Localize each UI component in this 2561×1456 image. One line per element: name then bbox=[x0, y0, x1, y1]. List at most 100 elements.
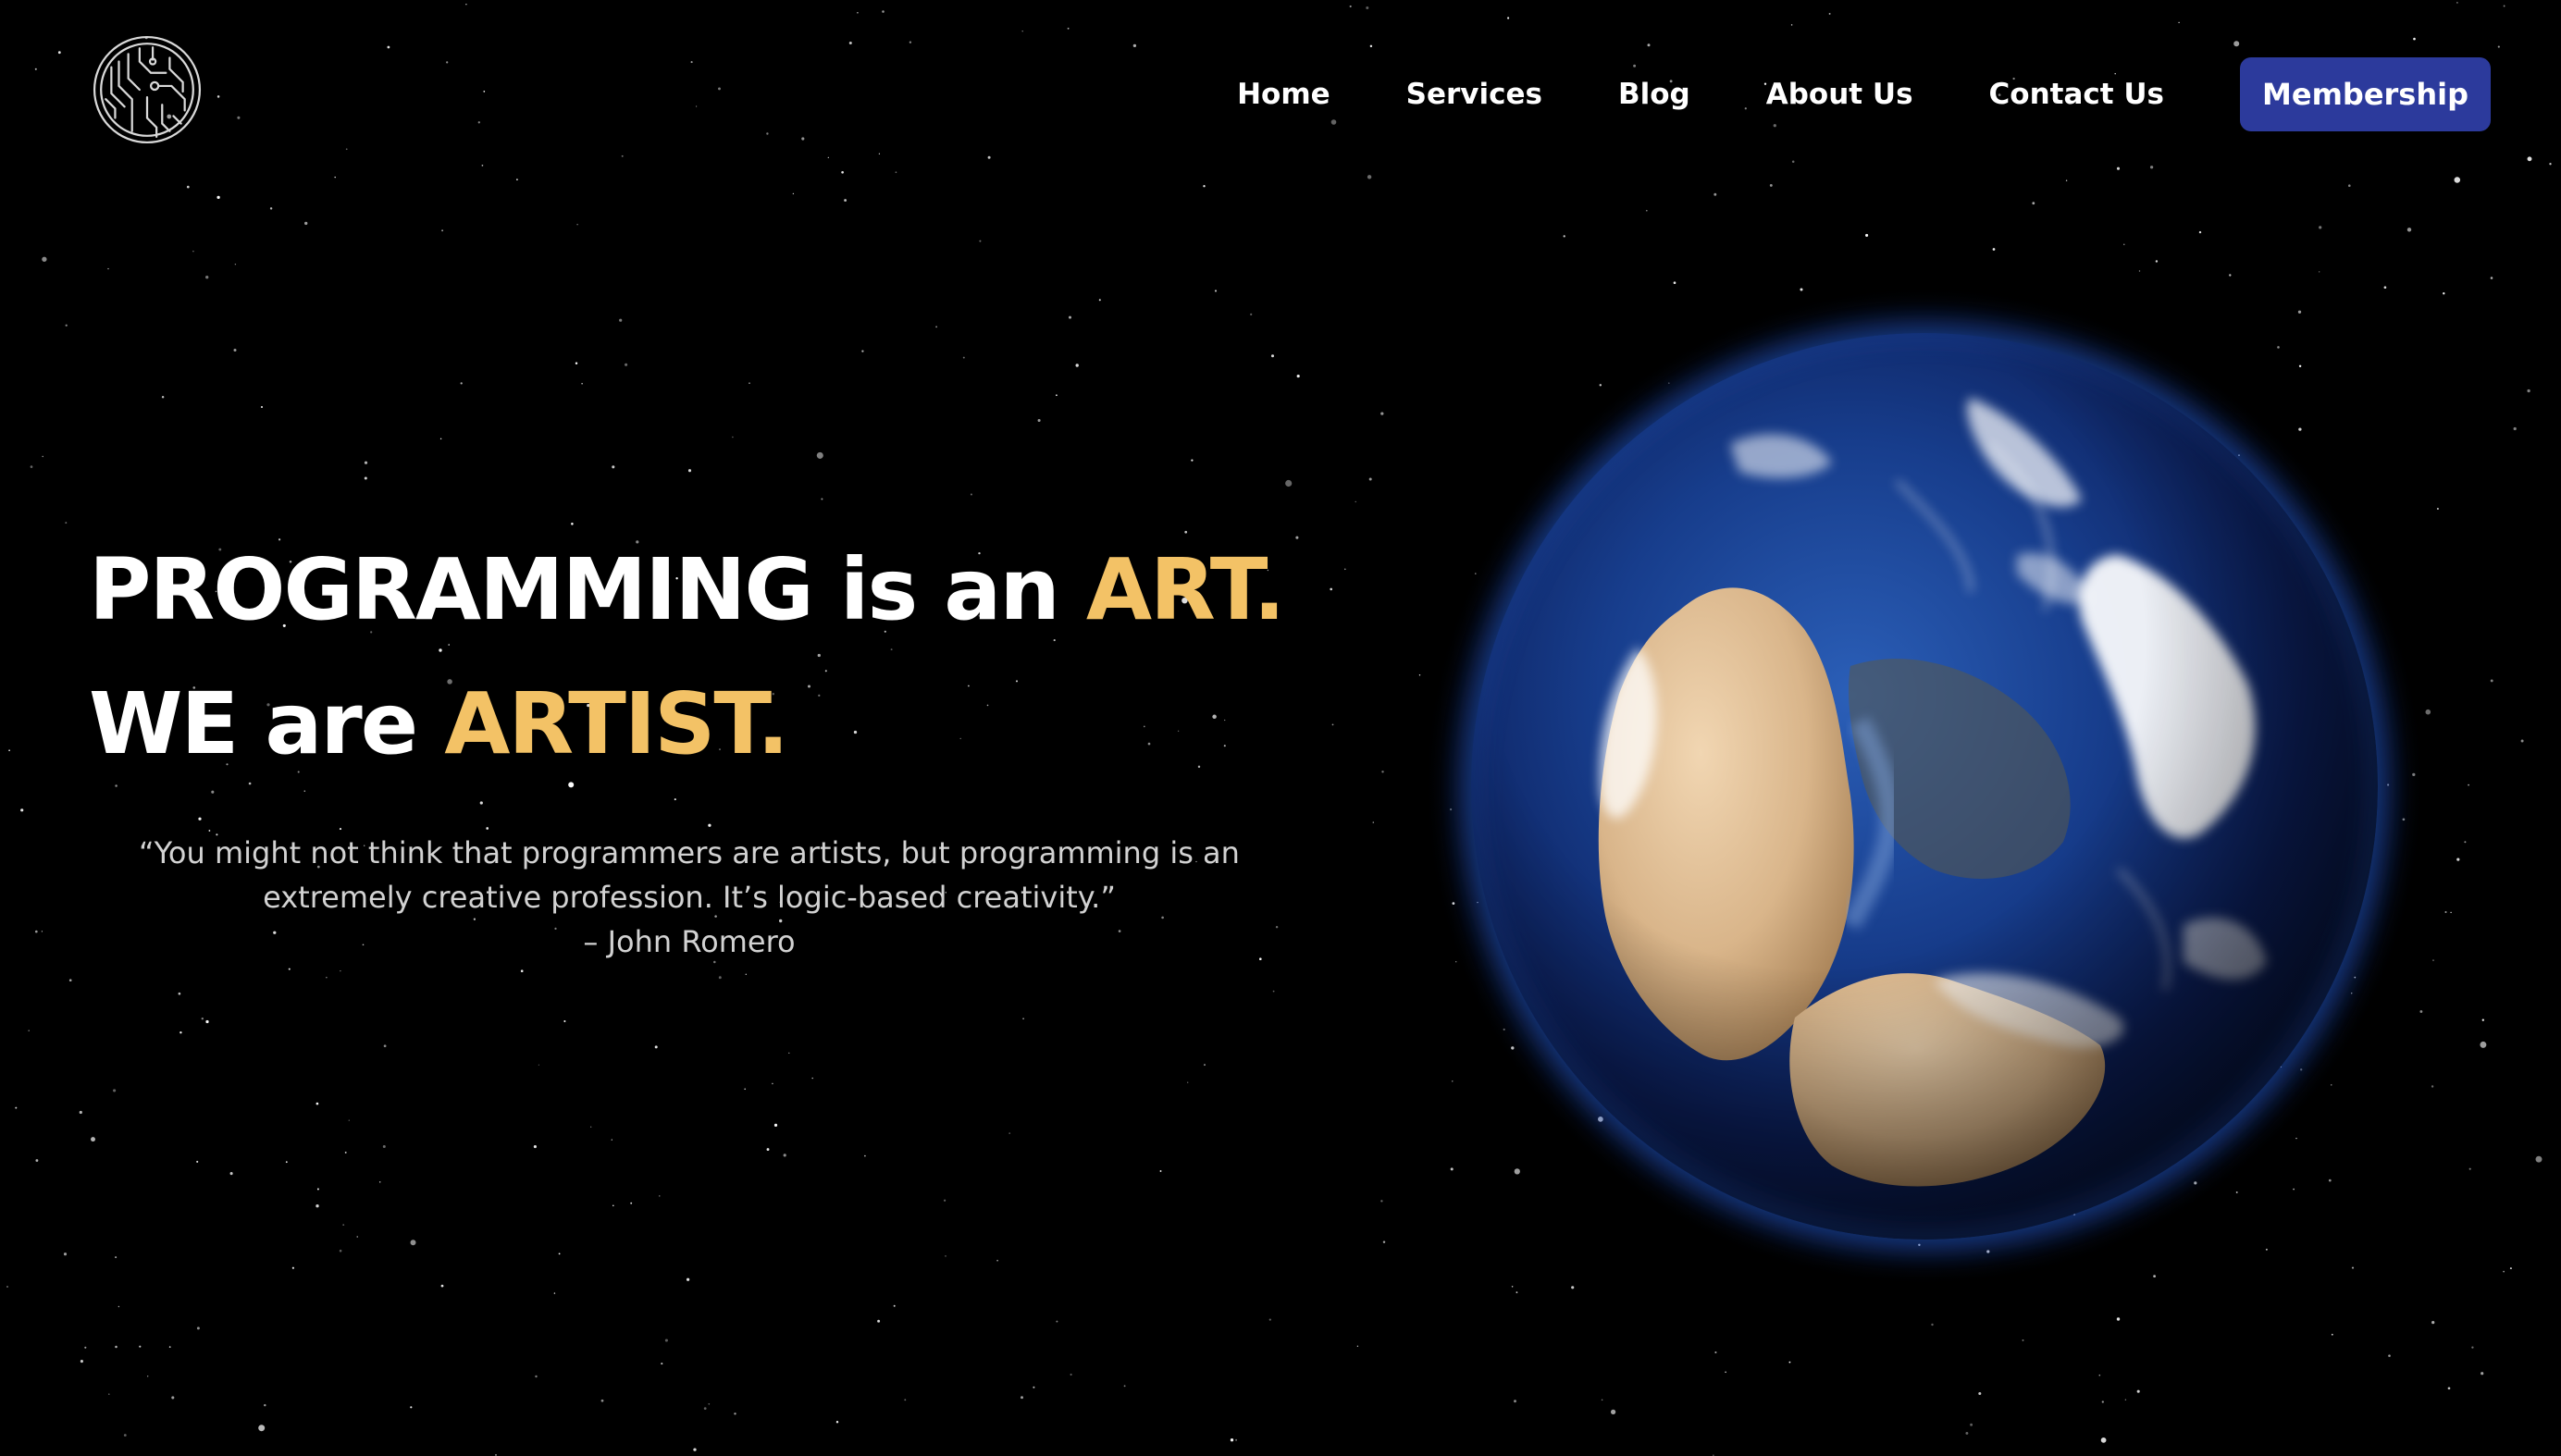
star bbox=[260, 405, 264, 409]
star bbox=[91, 1137, 95, 1142]
star bbox=[945, 1255, 946, 1257]
star bbox=[708, 1402, 711, 1405]
star bbox=[35, 1159, 39, 1162]
star bbox=[285, 1161, 288, 1164]
star bbox=[844, 199, 847, 202]
star bbox=[1978, 1391, 1982, 1396]
star bbox=[79, 1110, 82, 1115]
star bbox=[2520, 739, 2524, 743]
star bbox=[1235, 1438, 1238, 1441]
nav-blog-link[interactable]: Blog bbox=[1618, 78, 1690, 111]
star bbox=[2535, 1155, 2542, 1163]
quote-author: – John Romero bbox=[583, 924, 796, 959]
star bbox=[1366, 6, 1369, 10]
star bbox=[115, 1345, 118, 1349]
star bbox=[6, 1286, 8, 1288]
star bbox=[345, 148, 348, 151]
star bbox=[590, 1126, 592, 1128]
star bbox=[2331, 1333, 2333, 1336]
star bbox=[877, 1319, 881, 1323]
star bbox=[904, 1399, 907, 1401]
star bbox=[315, 1102, 319, 1105]
star bbox=[718, 87, 721, 91]
star bbox=[1191, 459, 1194, 462]
nav-services-link[interactable]: Services bbox=[1406, 78, 1542, 111]
nav-about-us-link[interactable]: About Us bbox=[1766, 78, 1913, 111]
star bbox=[269, 207, 273, 210]
star bbox=[783, 1154, 786, 1157]
membership-button[interactable]: Membership bbox=[2240, 57, 2491, 131]
star bbox=[695, 105, 698, 107]
star bbox=[439, 438, 442, 440]
main-nav: Home Services Blog About Us Contact Us M… bbox=[1237, 57, 2491, 131]
star bbox=[205, 1019, 209, 1024]
star bbox=[1070, 1373, 1072, 1376]
star bbox=[687, 469, 692, 473]
star bbox=[2116, 1317, 2121, 1321]
star bbox=[612, 465, 615, 469]
star bbox=[1067, 27, 1070, 30]
star bbox=[30, 465, 33, 468]
star bbox=[816, 451, 823, 459]
star bbox=[486, 827, 489, 830]
star bbox=[2388, 1354, 2391, 1357]
star bbox=[201, 1017, 204, 1020]
star bbox=[2436, 507, 2439, 511]
star bbox=[1714, 1351, 1717, 1354]
star bbox=[1367, 175, 1372, 179]
star bbox=[2443, 292, 2445, 295]
star bbox=[108, 1393, 110, 1395]
star bbox=[2413, 37, 2416, 41]
star bbox=[2198, 230, 2202, 234]
star bbox=[479, 801, 483, 805]
star bbox=[198, 817, 202, 821]
star bbox=[2098, 1374, 2101, 1376]
star bbox=[2406, 228, 2412, 232]
star bbox=[1514, 1400, 1516, 1403]
star bbox=[1056, 394, 1058, 397]
star bbox=[186, 185, 190, 189]
star bbox=[533, 1145, 537, 1149]
star bbox=[342, 1224, 345, 1226]
star bbox=[65, 324, 68, 327]
star bbox=[41, 931, 43, 932]
star bbox=[2319, 226, 2322, 229]
star bbox=[2229, 274, 2232, 277]
star bbox=[654, 1045, 658, 1049]
star bbox=[2456, 858, 2460, 861]
star bbox=[835, 1420, 839, 1424]
star bbox=[1965, 1431, 1969, 1435]
star bbox=[1382, 1240, 1386, 1243]
star bbox=[2100, 1437, 2107, 1443]
nav-contact-us-link[interactable]: Contact Us bbox=[1989, 78, 2164, 111]
star bbox=[2503, 5, 2505, 7]
star bbox=[20, 808, 24, 812]
nav-home-link[interactable]: Home bbox=[1237, 78, 1330, 111]
star bbox=[703, 1407, 707, 1410]
star bbox=[42, 256, 47, 262]
star bbox=[2454, 177, 2461, 183]
star bbox=[2123, 243, 2125, 245]
star bbox=[2490, 277, 2493, 279]
star bbox=[1230, 1438, 1234, 1442]
star bbox=[339, 828, 342, 831]
star bbox=[792, 192, 795, 195]
star bbox=[576, 224, 578, 226]
hero-line-2: WE are ARTIST. bbox=[89, 657, 1430, 791]
star bbox=[258, 1425, 266, 1432]
star bbox=[690, 61, 693, 64]
star bbox=[2233, 41, 2240, 47]
star bbox=[744, 1088, 747, 1091]
star bbox=[1132, 43, 1137, 48]
star bbox=[356, 1236, 358, 1238]
star bbox=[161, 395, 165, 399]
star bbox=[1075, 364, 1079, 367]
star bbox=[766, 132, 769, 135]
circuit-logo-icon[interactable] bbox=[91, 33, 204, 146]
star bbox=[2116, 167, 2121, 170]
star bbox=[2155, 260, 2159, 263]
star bbox=[2032, 202, 2035, 205]
star bbox=[1069, 315, 1071, 319]
star bbox=[2497, 45, 2500, 48]
star bbox=[344, 1151, 347, 1154]
